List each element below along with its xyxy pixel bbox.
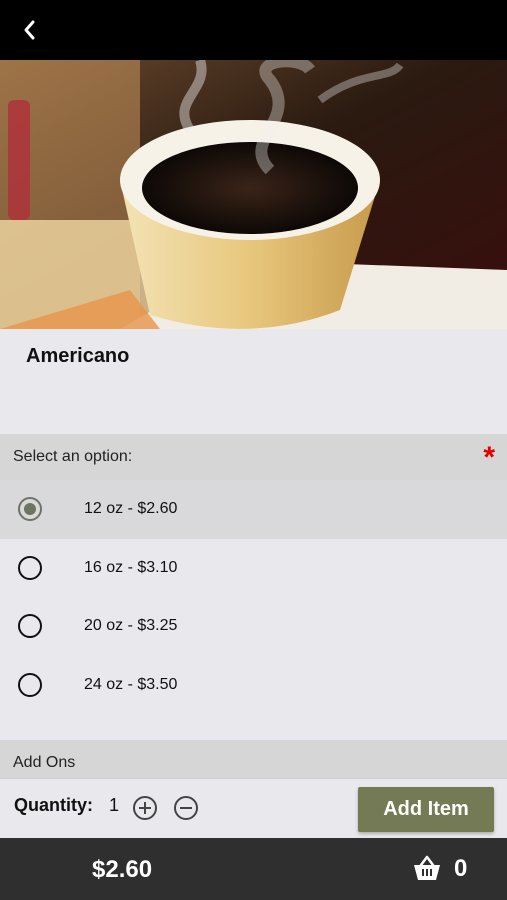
option-row[interactable]: 20 oz - $3.25 [0,597,507,656]
option-row[interactable]: 24 oz - $3.50 [0,656,507,715]
quantity-value: 1 [109,795,120,815]
product-image [0,60,507,329]
option-row[interactable]: 16 oz - $3.10 [0,539,507,598]
required-asterisk-icon: * [483,441,495,474]
radio-button[interactable] [18,673,42,698]
addons-section-label: Add Ons [13,754,76,771]
cart-footer: $2.60 0 [0,838,507,900]
option-row[interactable]: 12 oz - $2.60 [0,480,507,539]
cart-total: $2.60 [92,856,153,883]
add-item-button[interactable]: Add Item [358,787,494,832]
chevron-left-icon [24,20,35,40]
radio-button[interactable] [18,614,42,639]
radio-button[interactable] [18,555,42,580]
plus-circle-icon[interactable] [132,795,158,821]
option-label: 20 oz - $3.25 [84,617,178,635]
options-section-header: Select an option: * [0,434,507,480]
option-label: 24 oz - $3.50 [84,676,178,694]
back-button[interactable] [14,14,46,46]
cart-count: 0 [454,855,468,882]
item-detail-screen: Americano Select an option: * 12 oz - $2… [0,0,507,900]
top-bar [0,0,507,60]
minus-circle-icon[interactable] [173,795,199,821]
addons-section-header[interactable]: Add Ons [0,740,507,778]
quantity-label: Quantity: [14,795,93,815]
options-section-label: Select an option: [13,448,133,465]
quantity-bar: Quantity: 1 Add Item [0,778,507,838]
basket-icon [414,855,440,880]
option-label: 12 oz - $2.60 [84,500,178,517]
product-name: Americano [26,345,130,367]
radio-button-selected[interactable] [18,497,42,521]
cart-button[interactable]: 0 [410,852,490,886]
radio-dot [24,503,36,515]
option-label: 16 oz - $3.10 [84,558,178,576]
product-title-area: Americano [0,329,507,434]
size-options-list: 12 oz - $2.60 16 oz - $3.10 20 oz - $3.2… [0,480,507,715]
